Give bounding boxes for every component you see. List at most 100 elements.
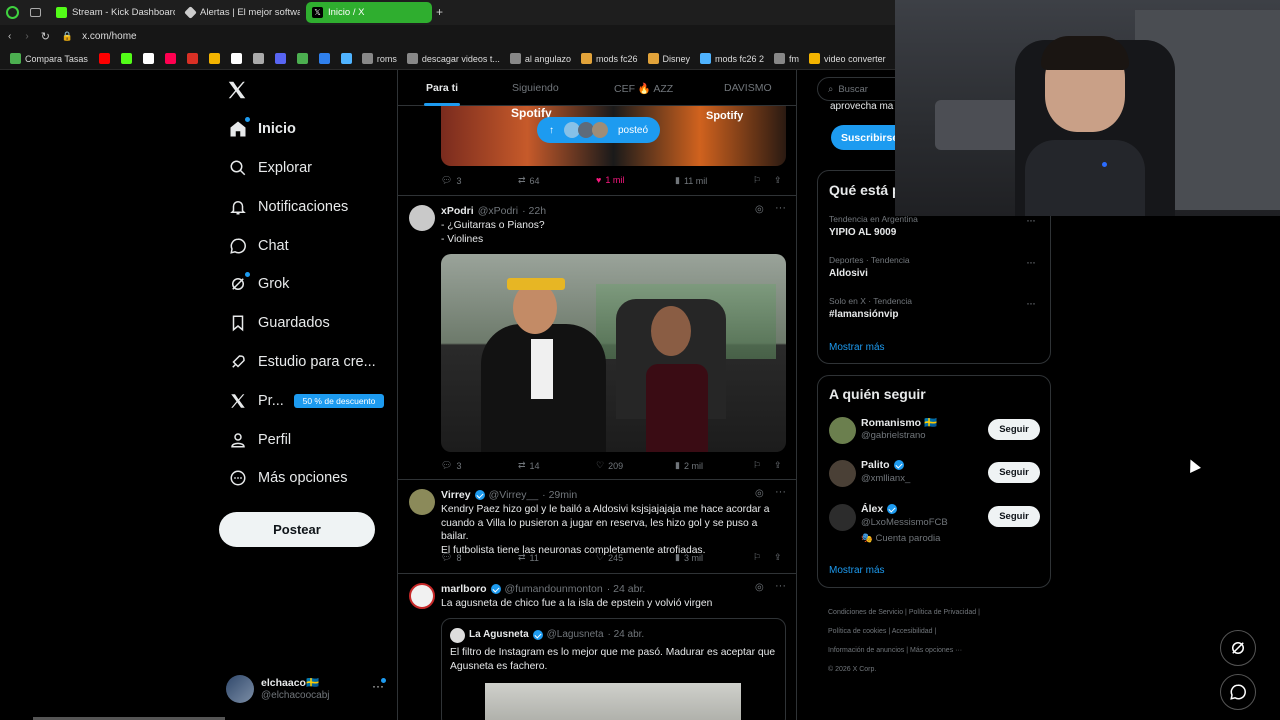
new-tab-button[interactable]: + (436, 5, 443, 19)
trend-name[interactable]: #lamansiónvip (829, 309, 898, 320)
bookmark-item[interactable] (120, 53, 132, 64)
grok-icon[interactable]: ◎ (755, 582, 764, 593)
sidebar-item-grok[interactable]: Grok (228, 270, 289, 298)
follow-suggestion[interactable]: Palito @xmllianx_ Seguir (818, 459, 1050, 499)
trend-name[interactable]: Aldosivi (829, 268, 868, 279)
tab-panel-icon[interactable] (30, 8, 41, 17)
quoted-media-image[interactable] (485, 683, 741, 720)
views-button[interactable]: ▮ 11 mil (675, 175, 707, 186)
back-icon[interactable]: ‹ (8, 31, 11, 42)
bookmark-item[interactable] (230, 53, 242, 64)
grok-icon[interactable]: ◎ (755, 488, 764, 499)
like-button[interactable]: ♡ 245 (596, 552, 623, 563)
bookmark-item[interactable] (340, 53, 352, 64)
repost-button[interactable]: ⇄ 14 (518, 460, 540, 471)
share-button[interactable]: ⇪ (774, 552, 782, 563)
tab-davismo[interactable]: DAVISMO (724, 82, 772, 94)
bookmark-item[interactable]: video converter (809, 53, 886, 64)
sidebar-item-guardados[interactable]: Guardados (228, 309, 330, 337)
bookmark-item[interactable] (274, 53, 286, 64)
repost-button[interactable]: ⇄ 64 (518, 175, 540, 186)
reply-button[interactable]: 💬︎ 8 (441, 552, 461, 563)
tab-alertas[interactable]: Alertas | El mejor software (180, 2, 300, 23)
avatar[interactable] (829, 504, 856, 531)
follow-suggestion[interactable]: Romanismo 🇸🇪 @gabrielstrano Seguir (818, 416, 1050, 456)
author-handle[interactable]: @Virrey__ (489, 489, 539, 501)
avatar[interactable] (409, 583, 435, 609)
forward-icon[interactable]: › (25, 31, 28, 42)
premium-badge[interactable]: 50 % de descuento (294, 394, 384, 408)
sidebar-item-estudio-para-cre[interactable]: Estudio para cre... (228, 348, 376, 376)
sidebar-item-perfil[interactable]: Perfil (228, 426, 291, 454)
more-icon[interactable]: ··· (1026, 296, 1036, 310)
share-button[interactable]: ⇪ (774, 175, 782, 186)
bookmark-item[interactable]: Disney (647, 53, 690, 64)
tweet-time[interactable]: · 29min (542, 489, 577, 501)
bookmark-item[interactable] (252, 53, 264, 64)
author-name[interactable]: Virrey (441, 489, 471, 501)
suggestion-name[interactable]: Álex (861, 503, 883, 515)
tweet-card[interactable]: xPodri @xPodri · 22h ◎ ··· - ¿Guitarras … (398, 196, 796, 480)
sidebar-item-explorar[interactable]: Explorar (228, 154, 312, 182)
bookmark-item[interactable] (142, 53, 154, 64)
bookmark-item[interactable] (296, 53, 308, 64)
more-icon[interactable]: ··· (775, 580, 786, 592)
more-icon[interactable]: ··· (1026, 255, 1036, 269)
bookmark-item[interactable]: mods fc26 (580, 53, 638, 64)
author-handle[interactable]: @fumandounmonton (505, 583, 603, 595)
footer-link[interactable]: Información de anuncios (828, 647, 904, 654)
tweet-time[interactable]: · 24 abr. (607, 583, 646, 595)
bookmark-item[interactable] (186, 53, 198, 64)
author-name[interactable]: marlboro (441, 583, 487, 595)
more-icon[interactable]: ··· (775, 486, 786, 498)
tweet-time[interactable]: · 22h (522, 205, 546, 217)
bookmark-button[interactable]: ⚐ (753, 460, 761, 471)
bookmark-item[interactable] (164, 53, 176, 64)
footer-link[interactable]: Condiciones de Servicio (828, 609, 903, 616)
trend-name[interactable]: YIPIO AL 9009 (829, 227, 896, 238)
show-more-link[interactable]: Mostrar más (829, 565, 885, 576)
sidebar-item-pr[interactable]: Pr... (228, 387, 284, 415)
follow-button[interactable]: Seguir (988, 462, 1040, 483)
footer-link[interactable]: Política de Privacidad (909, 609, 976, 616)
avatar[interactable] (409, 205, 435, 231)
follow-button[interactable]: Seguir (988, 506, 1040, 527)
share-button[interactable]: ⇪ (774, 460, 782, 471)
tab-cef-azz[interactable]: CEF 🔥 AZZ (614, 82, 673, 95)
avatar[interactable] (829, 417, 856, 444)
footer-link[interactable]: Accesibilidad (892, 628, 933, 635)
tab-inicio-x[interactable]: 𝕏 Inicio / X (306, 2, 432, 23)
sidebar-item-más-opciones[interactable]: Más opciones (228, 464, 347, 492)
bookmark-item[interactable] (98, 53, 110, 64)
post-button[interactable]: Postear (219, 512, 375, 547)
tab-kick-dashboard[interactable]: Stream - Kick Dashboard (50, 2, 175, 23)
tweet-media-image[interactable] (441, 254, 786, 452)
like-button[interactable]: ♡ 209 (596, 460, 623, 471)
show-more-link[interactable]: Mostrar más (829, 342, 885, 353)
sidebar-item-inicio[interactable]: Inicio (228, 115, 296, 143)
avatar[interactable] (829, 460, 856, 487)
reply-button[interactable]: 💬︎ 3 (441, 175, 461, 186)
tweet-card[interactable]: Virrey @Virrey__ · 29min ◎ ··· Kendry Pa… (398, 480, 796, 574)
bookmark-item[interactable]: roms (361, 53, 397, 64)
bookmark-item[interactable]: al angulazo (509, 53, 571, 64)
more-icon[interactable]: ··· (775, 202, 786, 214)
tab-siguiendo[interactable]: Siguiendo (512, 82, 559, 94)
tweet-card[interactable]: marlboro @fumandounmonton · 24 abr. ◎ ··… (398, 574, 796, 720)
follow-suggestion[interactable]: Álex @LxoMessismoFCB 🎭 Cuenta parodia Segui… (818, 503, 1050, 544)
quoted-tweet[interactable]: La Agusneta @Lagusneta · 24 abr. El filt… (441, 618, 786, 720)
sidebar-item-notificaciones[interactable]: Notificaciones (228, 193, 348, 221)
reload-icon[interactable]: ↻ (41, 30, 50, 43)
author-handle[interactable]: @xPodri (478, 205, 518, 217)
bookmark-item[interactable]: mods fc26 2 (700, 53, 764, 64)
bookmark-item[interactable]: Compara Tasas (10, 53, 88, 64)
views-button[interactable]: ▮ 3 mil (675, 552, 703, 563)
avatar[interactable] (409, 489, 435, 515)
reply-button[interactable]: 💬︎ 3 (441, 460, 461, 471)
bookmark-button[interactable]: ⚐ (753, 175, 761, 186)
new-posts-pill[interactable]: ↑ posteó (537, 117, 660, 143)
suggestion-name[interactable]: Romanismo 🇸🇪 (861, 416, 937, 429)
browser-logo-icon[interactable] (6, 6, 19, 19)
footer-link[interactable]: Más opciones ··· (910, 647, 962, 654)
follow-button[interactable]: Seguir (988, 419, 1040, 440)
